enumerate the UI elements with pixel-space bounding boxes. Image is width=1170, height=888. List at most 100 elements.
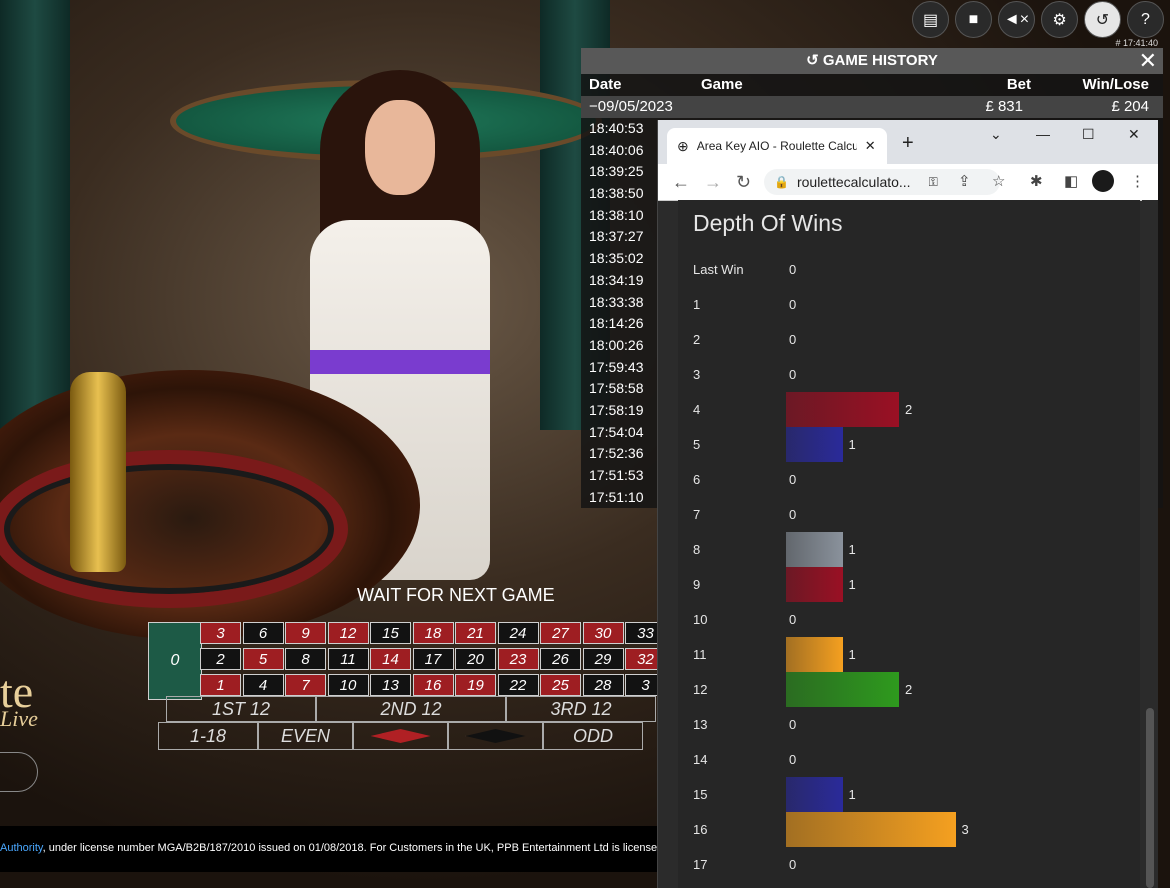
history-icon: ↺ [806, 52, 823, 69]
bet-cell-30[interactable]: 30 [582, 622, 624, 644]
bet-dozen-3[interactable]: 3RD 12 [506, 696, 656, 722]
bet-even[interactable]: EVEN [258, 722, 353, 750]
bet-red[interactable] [353, 722, 448, 750]
license-text: , under license number MGA/B2B/187/2010 … [42, 842, 658, 854]
bet-cell-7[interactable]: 7 [285, 674, 326, 696]
bet-cell-12[interactable]: 12 [327, 622, 369, 644]
depth-row: 91 [693, 567, 1133, 602]
minimize-icon[interactable]: — [1036, 126, 1050, 142]
top-toolbar: ▤ ■ ◄× ⚙ ↺ ? [912, 1, 1164, 38]
depth-row-label: Last Win [693, 262, 744, 277]
bet-cell-10[interactable]: 10 [327, 674, 369, 696]
bet-cell-29[interactable]: 29 [582, 648, 624, 670]
bet-cell-25[interactable]: 25 [540, 674, 581, 696]
bet-cell-1[interactable]: 1 [200, 674, 241, 696]
settings-icon[interactable]: ⚙ [1041, 1, 1078, 38]
depth-row: 10 0 [693, 602, 1133, 637]
window-close-icon[interactable]: ✕ [1128, 126, 1140, 143]
black-diamond-icon [465, 729, 526, 743]
menu-dots-icon[interactable]: ⋮ [1130, 172, 1145, 190]
bet-black[interactable] [448, 722, 543, 750]
bet-cell-15[interactable]: 15 [370, 622, 411, 644]
bet-cell-13[interactable]: 13 [370, 674, 411, 696]
bet-dozen-2[interactable]: 2ND 12 [316, 696, 506, 722]
depth-row-value: 0 [789, 612, 797, 627]
tab-close-icon[interactable]: ✕ [865, 138, 876, 154]
tab-search-icon[interactable]: ⌄ [990, 126, 1002, 143]
back-icon[interactable]: ← [672, 172, 690, 193]
chat-icon[interactable]: ▤ [912, 1, 949, 38]
bet-cell-17[interactable]: 17 [412, 648, 454, 670]
profile-avatar[interactable] [1092, 170, 1114, 192]
bet-cell-26[interactable]: 26 [540, 648, 581, 670]
bet-cell-3[interactable]: 3 [200, 622, 241, 644]
bet-cell-8[interactable]: 8 [285, 648, 326, 670]
help-icon[interactable]: ? [1127, 1, 1164, 38]
depth-row-value: 0 [789, 507, 797, 522]
roulette-wheel-numbers [0, 450, 348, 608]
depth-row-label: 16 [693, 822, 708, 837]
key-icon[interactable]: ⚿ [929, 175, 938, 190]
video-icon[interactable]: ■ [955, 1, 992, 38]
reload-icon[interactable]: ↻ [736, 172, 751, 193]
extensions-icon[interactable]: ✱ [1030, 172, 1043, 190]
lock-icon: 🔒 [774, 175, 789, 189]
bet-cell-27[interactable]: 27 [540, 622, 581, 644]
depth-row: 20 [693, 322, 1133, 357]
history-date: 09/05/2023 [597, 98, 673, 115]
depth-row: 14 0 [693, 742, 1133, 777]
depth-bar [786, 532, 843, 567]
curtain-left [0, 0, 70, 430]
depth-row-value: 0 [789, 332, 797, 347]
depth-bar [786, 427, 843, 462]
close-icon[interactable]: ✕ [1139, 48, 1157, 74]
bet-cell-9[interactable]: 9 [285, 622, 326, 644]
bet-cell-18[interactable]: 18 [412, 622, 454, 644]
bet-dozen-1[interactable]: 1ST 12 [166, 696, 316, 722]
bet-cell-19[interactable]: 19 [455, 674, 496, 696]
bet-cell-4[interactable]: 4 [242, 674, 284, 696]
page-scrollbar[interactable] [1142, 200, 1158, 888]
depth-row-label: 13 [693, 717, 708, 732]
depth-row-label: 8 [693, 542, 701, 557]
bet-cell-5[interactable]: 5 [242, 648, 284, 670]
bet-cell-11[interactable]: 11 [327, 648, 369, 670]
bet-cell-2[interactable]: 2 [200, 648, 241, 670]
depth-row-value: 3 [961, 822, 969, 837]
bet-cell-20[interactable]: 20 [455, 648, 496, 670]
depth-row: 51 [693, 427, 1133, 462]
bet-cell-28[interactable]: 28 [582, 674, 624, 696]
bet-cell-24[interactable]: 24 [497, 622, 539, 644]
bet-cell-23[interactable]: 23 [497, 648, 539, 670]
bet-cell-16[interactable]: 16 [412, 674, 454, 696]
depth-row: 42 [693, 392, 1133, 427]
depth-row-label: 7 [693, 507, 701, 522]
bet-cell-6[interactable]: 6 [242, 622, 284, 644]
col-date: Date [589, 76, 622, 93]
maximize-icon[interactable]: ☐ [1082, 126, 1095, 143]
bet-low[interactable]: 1-18 [158, 722, 258, 750]
forward-icon[interactable]: → [704, 172, 722, 193]
depth-row-value: 0 [789, 297, 797, 312]
mute-icon[interactable]: ◄× [998, 1, 1035, 38]
depth-row: 12 2 [693, 672, 1133, 707]
depth-row: 81 [693, 532, 1133, 567]
history-date-row[interactable]: −09/05/2023 £ 831 £ 204 [581, 96, 1163, 118]
share-icon[interactable]: ⇪ [958, 172, 971, 190]
bet-cell-22[interactable]: 22 [497, 674, 539, 696]
scrollbar-thumb[interactable] [1146, 708, 1154, 888]
history-icon[interactable]: ↺ [1084, 1, 1121, 38]
betting-board[interactable]: 0 3 6 9 12 15 18 21 24 27 30 33 2 5 8 11 14 17 20 23 26 29 32… [148, 622, 666, 752]
bet-cell-21[interactable]: 21 [455, 622, 496, 644]
side-panel-icon[interactable]: ◧ [1064, 172, 1078, 190]
history-columns: Date Game Bet Win/Lose [581, 74, 1163, 96]
bet-odd[interactable]: ODD [543, 722, 643, 750]
bookmark-star-icon[interactable]: ☆ [992, 172, 1005, 190]
bet-cell-zero[interactable]: 0 [148, 622, 202, 700]
depth-row-label: 9 [693, 577, 701, 592]
bet-cell-14[interactable]: 14 [370, 648, 411, 670]
authority-link[interactable]: Authority [0, 842, 43, 854]
depth-row: 17 0 [693, 847, 1133, 882]
new-tab-icon[interactable]: + [902, 132, 914, 155]
browser-tab[interactable]: ⊕ Area Key AIO - Roulette Calcu ✕ [667, 128, 887, 164]
